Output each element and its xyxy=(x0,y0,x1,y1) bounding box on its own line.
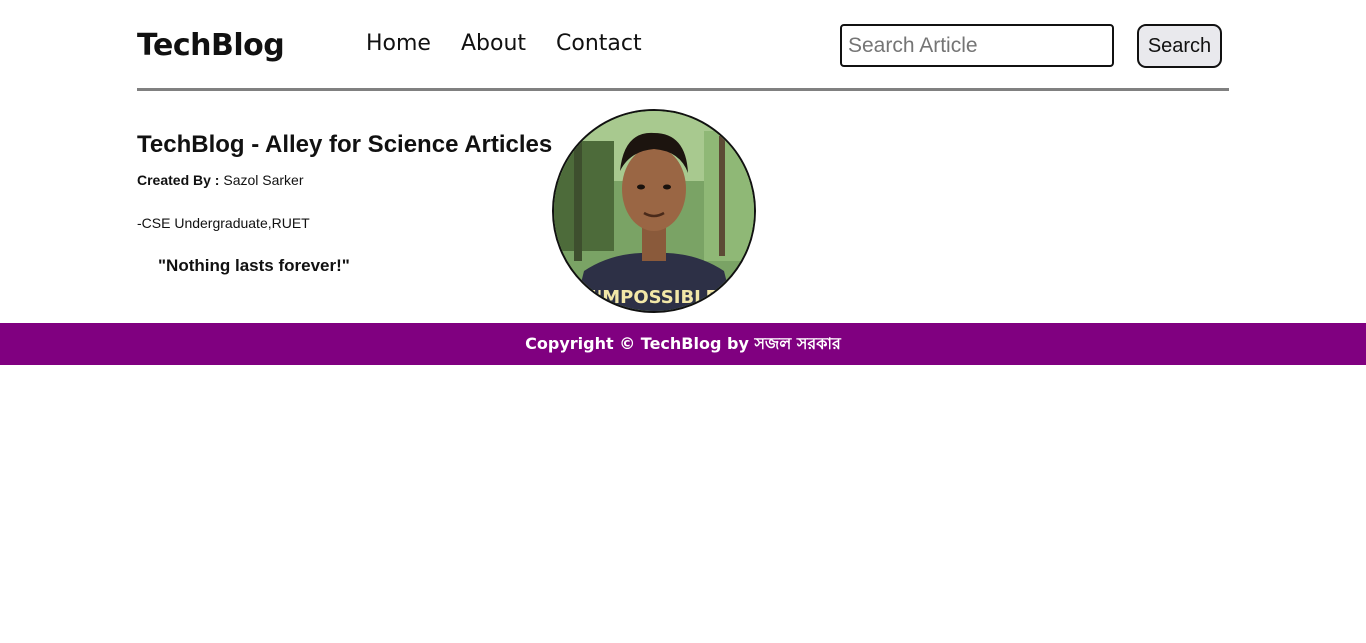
author-degree: -CSE Undergraduate,RUET xyxy=(137,215,310,231)
nav-link-about[interactable]: About xyxy=(461,31,526,56)
author-quote: "Nothing lasts forever!" xyxy=(158,256,350,275)
search-input[interactable] xyxy=(840,24,1114,67)
created-by-label: Created By : xyxy=(137,172,220,188)
author-name: Sazol Sarker xyxy=(223,172,304,188)
search-button[interactable]: Search xyxy=(1137,24,1222,68)
copyright-text: Copyright © TechBlog by সজল সরকার xyxy=(525,333,841,353)
author-line: Created By : Sazol Sarker xyxy=(137,172,304,188)
avatar-photo: I'MPOSSIBLE xyxy=(554,111,754,311)
shirt-text: I'MPOSSIBLE xyxy=(590,287,718,308)
site-header: TechBlog Home About Contact Search xyxy=(137,0,1229,91)
nav-link-home[interactable]: Home xyxy=(366,31,431,56)
site-footer: Copyright © TechBlog by সজল সরকার xyxy=(0,323,1366,365)
page-title: TechBlog - Alley for Science Articles xyxy=(137,131,553,158)
main-nav: Home About Contact xyxy=(366,31,672,56)
author-avatar: I'MPOSSIBLE xyxy=(552,109,756,313)
site-logo[interactable]: TechBlog xyxy=(137,28,285,63)
nav-link-contact[interactable]: Contact xyxy=(556,31,642,56)
